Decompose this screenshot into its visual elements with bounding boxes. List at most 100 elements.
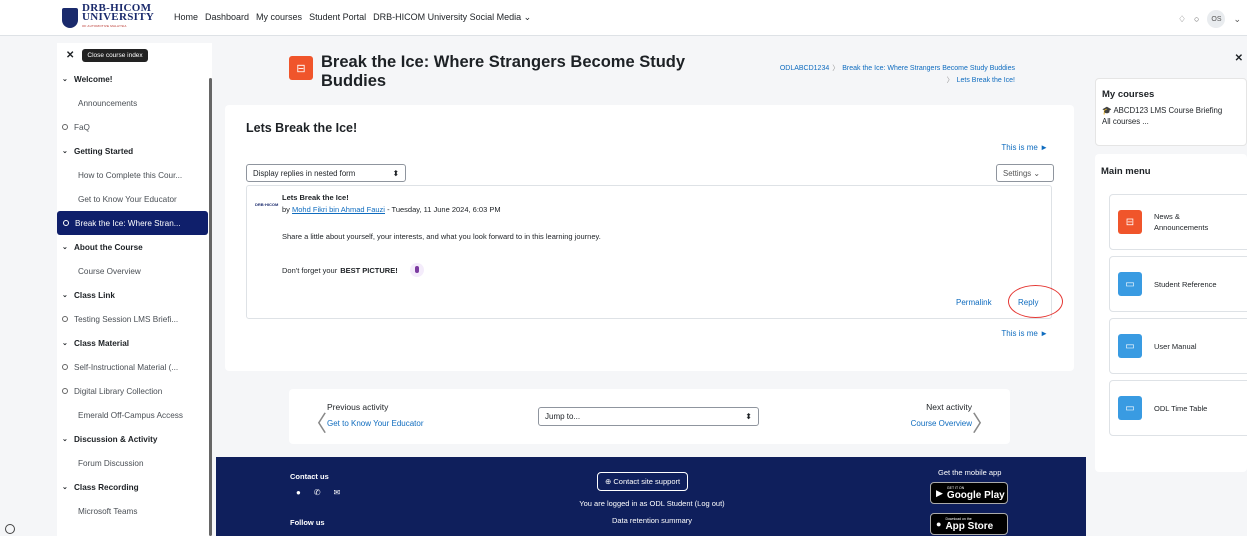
sidebar-item-8[interactable]: Course Overview [57,259,212,283]
display-mode-select[interactable]: Display replies in nested form ⬍ [246,164,406,182]
main-menu-tile-1[interactable]: ▭ Student Reference [1109,256,1247,312]
breadcrumb-current[interactable]: Lets Break the Ice! [957,77,1015,84]
settings-dropdown[interactable]: Settings ⌄ [996,164,1054,182]
page-footer: Contact us ● ✆ ✉ Follow us ⊕ Contact site … [216,457,1086,536]
breadcrumb-course[interactable]: ODLABCD1234 [780,65,829,72]
tile-label: Student Reference [1154,279,1217,289]
sidebar-item-2[interactable]: FaQ [57,115,212,139]
author-link[interactable]: Mohd Fikri bin Ahmad Fauzi [292,205,385,214]
close-icon[interactable]: ✕ [66,50,74,61]
sticker-image [409,263,424,277]
mobile-app-heading: Get the mobile app [938,468,1002,477]
tile-label: User Manual [1154,341,1197,351]
logo-tagline: OF AUTOMOTIVE MALAYSIA [82,24,127,28]
sidebar-item-4[interactable]: How to Complete this Cour... [57,163,212,187]
messages-icon[interactable]: ○ [1194,14,1199,24]
sidebar-item-label: Course Overview [78,266,141,276]
nav-home[interactable]: Home [174,12,198,23]
reply-link[interactable]: Reply [1018,298,1038,307]
course-link[interactable]: 🎓 ABCD123 LMS Course Briefing [1096,100,1246,115]
nav-student-portal[interactable]: Student Portal [309,12,366,23]
jump-to-select[interactable]: Jump to... ⬍ [538,407,759,426]
close-course-index-tooltip: Close course index [82,48,148,62]
sidebar-item-label: Getting Started [74,146,134,156]
sidebar-item-9[interactable]: ⌄ Class Link [57,283,212,307]
sidebar-item-15[interactable]: ⌄ Discussion & Activity [57,427,212,451]
breadcrumb: ODLABCD1234 〉 Break the Ice: Where Strange… [779,65,1015,84]
graduation-cap-icon: 🎓 [1102,106,1114,115]
next-activity-link[interactable]: Course Overview [911,419,972,428]
author-avatar: DRB·HICOM [255,202,279,207]
logged-in-text[interactable]: You are logged in as ODL Student (Log ou… [567,499,737,508]
chevron-down-icon[interactable]: ⌄ [62,75,72,83]
course-link-text: ABCD123 LMS Course Briefing [1113,106,1223,115]
chevron-down-icon[interactable]: ⌄ [62,483,72,491]
previous-activity-link[interactable]: Get to Know Your Educator [327,419,424,428]
sidebar-item-label: Self-Instructional Material (... [74,362,179,372]
sidebar-scrollbar[interactable] [209,78,212,536]
gp-text: Google Play [946,489,1005,501]
chevron-down-icon[interactable]: ⌄ [62,147,72,155]
course-index: ✕ Close course index ⌄ Welcome! Announceme… [57,43,212,536]
body-prefix: Don't forget your [282,265,338,275]
sidebar-item-0[interactable]: ⌄ Welcome! [57,67,212,91]
as-text: App Store [945,520,994,532]
notification-bell-icon[interactable]: ♢ [1178,14,1186,25]
sidebar-item-13[interactable]: Digital Library Collection [57,379,212,403]
sidebar-item-label: How to Complete this Cour... [78,170,183,180]
sidebar-item-12[interactable]: Self-Instructional Material (... [57,355,212,379]
nav-my-courses[interactable]: My courses [256,12,302,23]
sidebar-item-3[interactable]: ⌄ Getting Started [57,139,212,163]
close-drawer-icon[interactable]: ✕ [1235,53,1243,64]
chevron-down-icon[interactable]: ⌄ [62,291,72,299]
sidebar-item-1[interactable]: Announcements [57,91,212,115]
sidebar-item-17[interactable]: ⌄ Class Recording [57,475,212,499]
sidebar-item-label: About the Course [74,242,143,252]
chevron-down-icon[interactable]: ⌄ [62,339,72,347]
sidebar-item-label: Discussion & Activity [74,434,158,444]
discussion-title: Lets Break the Ice! [246,121,358,135]
sidebar-item-7[interactable]: ⌄ About the Course [57,235,212,259]
top-navbar: DRB-HICOM UNIVERSITY OF AUTOMOTIVE MALAY… [0,0,1247,36]
location-icon[interactable]: ● [296,488,301,497]
contact-us-heading: Contact us [290,472,329,481]
chevron-right-icon[interactable]: 〉 [972,406,994,438]
sidebar-item-5[interactable]: Get to Know Your Educator [57,187,212,211]
sidebar-item-label: Get to Know Your Educator [78,194,177,204]
all-courses-link[interactable]: All courses ... [1096,115,1246,126]
this-is-me-link-top[interactable]: This is me ► [1001,143,1048,152]
main-menu-tile-3[interactable]: ▭ ODL Time Table [1109,380,1247,436]
main-menu-tile-2[interactable]: ▭ User Manual [1109,318,1247,374]
sidebar-item-11[interactable]: ⌄ Class Material [57,331,212,355]
sidebar-item-10[interactable]: Testing Session LMS Briefi... [57,307,212,331]
chevron-down-icon[interactable]: ⌄ [62,435,72,443]
university-logo[interactable]: DRB-HICOM UNIVERSITY OF AUTOMOTIVE MALAY… [62,3,172,31]
permalink-link[interactable]: Permalink [956,298,992,307]
nav-dashboard[interactable]: Dashboard [205,12,249,23]
this-is-me-link-bottom[interactable]: This is me ► [1001,329,1048,338]
sidebar-item-18[interactable]: Microsoft Teams [57,499,212,523]
chevron-down-icon[interactable]: ⌄ [62,243,72,251]
body-bold: BEST PICTURE! [340,265,398,275]
email-icon[interactable]: ✉ [334,488,341,497]
data-retention-link[interactable]: Data retention summary [567,516,737,525]
completion-circle-icon [62,124,68,130]
sidebar-item-14[interactable]: Emerald Off-Campus Access [57,403,212,427]
app-store-badge[interactable]: ● Download on the App Store [930,513,1008,535]
apple-icon: ● [936,519,942,529]
sidebar-item-6[interactable]: Break the Ice: Where Stran... [57,211,208,235]
sidebar-item-label: Microsoft Teams [78,506,138,516]
play-icon: ▶ [936,487,943,498]
chevron-left-icon[interactable]: 〈 [305,406,327,438]
user-avatar[interactable]: OS [1207,10,1226,28]
contact-support-button[interactable]: ⊕ Contact site support [597,472,689,491]
main-menu-tile-0[interactable]: ⊟ News & Announcements [1109,194,1247,250]
phone-icon[interactable]: ✆ [314,488,321,497]
sidebar-item-16[interactable]: Forum Discussion [57,451,212,475]
previous-activity-label: Previous activity [327,402,389,412]
sidebar-item-label: Emerald Off-Campus Access [78,410,183,420]
user-menu-caret-icon[interactable]: ⌄ [1233,14,1241,25]
google-play-badge[interactable]: ▶ GET IT ON Google Play [930,482,1008,504]
breadcrumb-section[interactable]: Break the Ice: Where Strangers Become St… [842,65,1015,72]
nav-social-media[interactable]: DRB-HICOM University Social Media ⌄ [373,12,531,23]
